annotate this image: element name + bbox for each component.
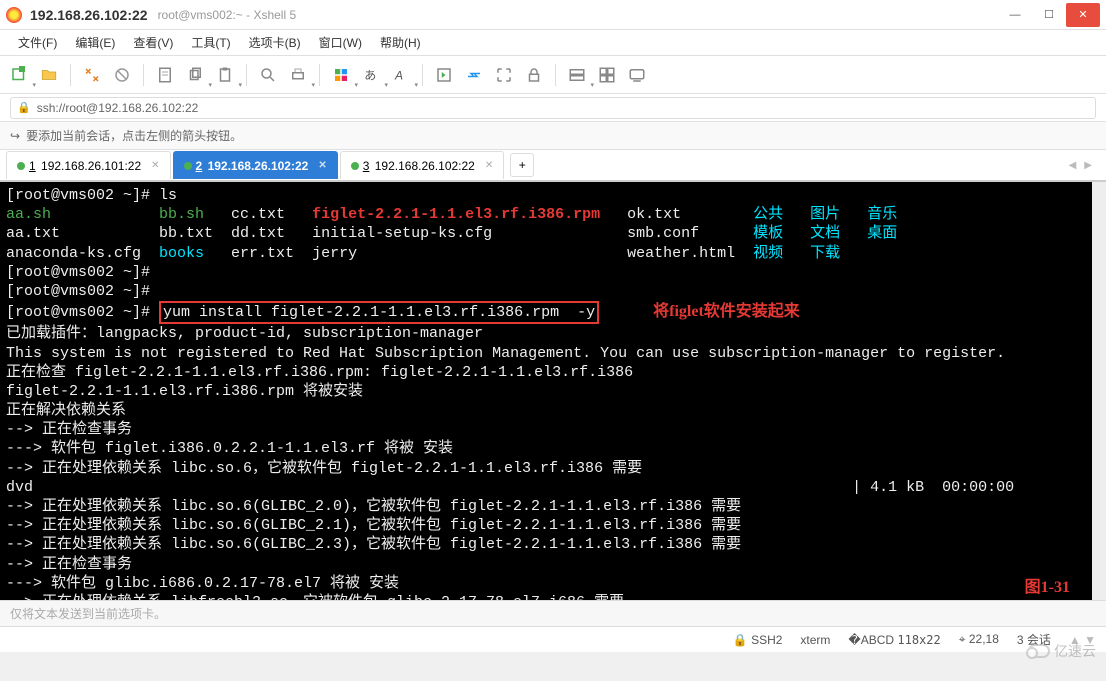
window-subtitle: root@vms002:~ - Xshell 5 — [158, 8, 297, 22]
menu-tabs[interactable]: 选项卡(B) — [241, 31, 309, 54]
tab-close-icon[interactable]: ✕ — [318, 160, 326, 171]
titlebar: 192.168.26.102:22 root@vms002:~ - Xshell… — [0, 0, 1106, 30]
fullscreen-button[interactable] — [491, 62, 517, 88]
session-tab-1[interactable]: 1 192.168.26.101:22 ✕ — [6, 151, 171, 179]
svg-text:A: A — [394, 68, 403, 82]
open-session-button[interactable] — [36, 62, 62, 88]
menu-tools[interactable]: 工具(T) — [183, 31, 238, 54]
status-term: xterm — [800, 633, 830, 647]
reconnect-button[interactable] — [79, 62, 105, 88]
tab-label: 192.168.26.102:22 — [375, 159, 475, 173]
address-bar: 🔒 ssh://root@192.168.26.102:22 — [0, 94, 1106, 122]
tab-close-icon[interactable]: ✕ — [151, 160, 159, 171]
tab-scroll-right[interactable]: ▶ — [1084, 160, 1092, 171]
disconnect-button[interactable] — [109, 62, 135, 88]
status-dot-icon — [351, 162, 359, 170]
tab-label: 192.168.26.101:22 — [41, 159, 141, 173]
transfer-button[interactable] — [461, 62, 487, 88]
hint-bar: ↪ 要添加当前会话，点击左侧的箭头按钮。 — [0, 122, 1106, 150]
find-button[interactable] — [255, 62, 281, 88]
close-button[interactable]: ✕ — [1066, 3, 1100, 27]
menu-file[interactable]: 文件(F) — [10, 31, 65, 54]
lock-button[interactable] — [521, 62, 547, 88]
menu-edit[interactable]: 编辑(E) — [67, 31, 123, 54]
status-dot-icon — [17, 162, 25, 170]
menu-help[interactable]: 帮助(H) — [372, 31, 429, 54]
status-bar: 🔒 SSH2 xterm �ABCD 118x22 ⌖ 22,18 3 会话 ▲… — [0, 626, 1106, 652]
tab-bar: 1 192.168.26.101:22 ✕ 2 192.168.26.102:2… — [0, 150, 1106, 182]
encoding-button[interactable]: あ — [358, 62, 384, 88]
window-buttons: — ☐ ✕ — [998, 3, 1100, 27]
compose-hint: 仅将文本发送到当前选项卡。 — [10, 605, 166, 622]
tab-close-icon[interactable]: ✕ — [485, 160, 493, 171]
add-tab-button[interactable]: + — [510, 153, 534, 177]
app-icon — [6, 7, 22, 23]
menu-view[interactable]: 查看(V) — [125, 31, 181, 54]
menu-window[interactable]: 窗口(W) — [311, 31, 370, 54]
figure-label: 图1-31 — [1025, 578, 1070, 598]
toolbar: あ A — [0, 56, 1106, 94]
scrollbar-thumb[interactable] — [1092, 182, 1106, 262]
maximize-button[interactable]: ☐ — [1032, 3, 1066, 27]
run-script-button[interactable] — [431, 62, 457, 88]
status-size: �ABCD 118x22 — [848, 633, 940, 647]
status-cursor: ⌖ 22,18 — [959, 632, 999, 647]
lock-icon: 🔒 — [17, 101, 31, 114]
status-proto: 🔒 SSH2 — [733, 633, 783, 647]
session-tab-2[interactable]: 2 192.168.26.102:22 ✕ — [173, 151, 338, 179]
watermark-text: 亿速云 — [1054, 641, 1096, 661]
paste-button[interactable] — [212, 62, 238, 88]
print-button[interactable] — [285, 62, 311, 88]
window-title: 192.168.26.102:22 — [30, 7, 148, 23]
tab-label: 192.168.26.102:22 — [208, 159, 309, 173]
hint-arrow-icon[interactable]: ↪ — [10, 129, 20, 143]
copy-button[interactable] — [182, 62, 208, 88]
color-scheme-button[interactable] — [328, 62, 354, 88]
terminal[interactable]: [root@vms002 ~]# ls aa.sh bb.sh cc.txt f… — [0, 182, 1106, 600]
svg-text:あ: あ — [364, 68, 376, 82]
properties-button[interactable] — [152, 62, 178, 88]
status-dot-icon — [184, 162, 192, 170]
layout-grid-button[interactable] — [594, 62, 620, 88]
watermark-icon — [1028, 644, 1050, 658]
font-button[interactable]: A — [388, 62, 414, 88]
menubar: 文件(F) 编辑(E) 查看(V) 工具(T) 选项卡(B) 窗口(W) 帮助(… — [0, 30, 1106, 56]
layout-horizontal-button[interactable] — [564, 62, 590, 88]
watermark: 亿速云 — [1028, 641, 1096, 661]
tab-nav: ◀ ▶ — [1069, 160, 1100, 171]
minimize-button[interactable]: — — [998, 3, 1032, 27]
new-session-button[interactable] — [6, 62, 32, 88]
tab-scroll-left[interactable]: ◀ — [1069, 160, 1077, 171]
session-tab-3[interactable]: 3 192.168.26.102:22 ✕ — [340, 151, 505, 179]
hint-text: 要添加当前会话，点击左侧的箭头按钮。 — [26, 127, 242, 144]
address-text: ssh://root@192.168.26.102:22 — [37, 101, 199, 115]
address-input[interactable]: 🔒 ssh://root@192.168.26.102:22 — [10, 97, 1096, 119]
compose-bar[interactable]: 仅将文本发送到当前选项卡。 — [0, 600, 1106, 626]
compose-bar-button[interactable] — [624, 62, 650, 88]
